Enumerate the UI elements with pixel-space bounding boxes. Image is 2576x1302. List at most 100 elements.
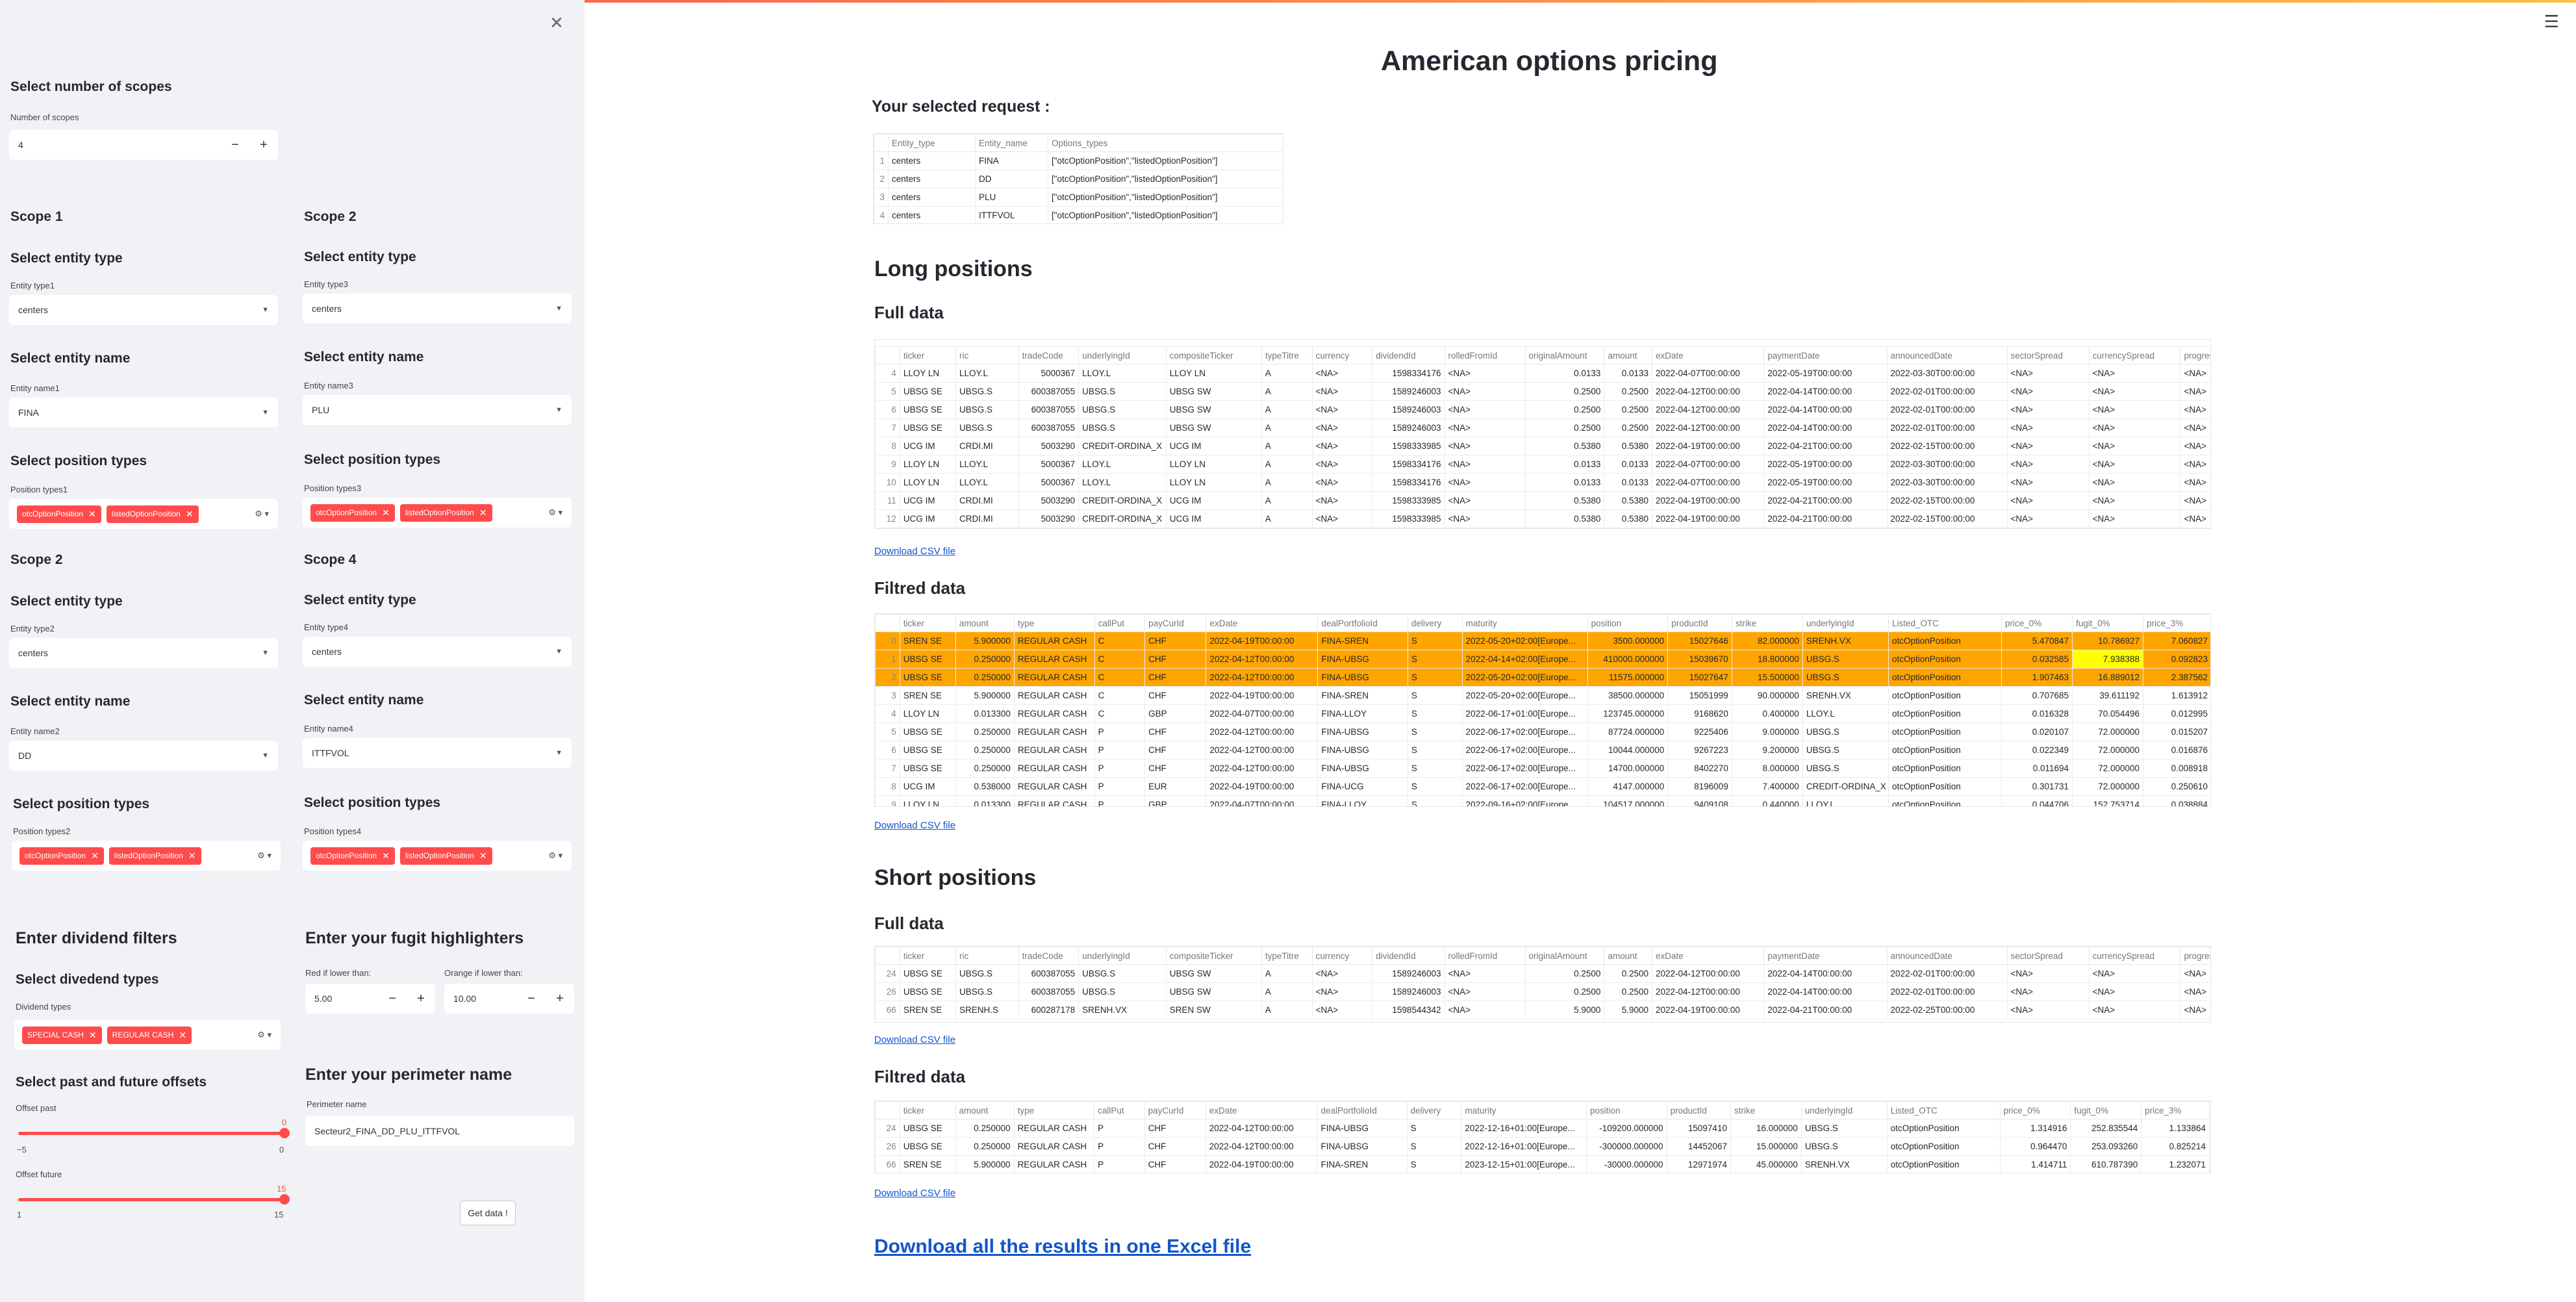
column-header[interactable]: progressorRa — [2180, 947, 2210, 965]
table-row[interactable]: 26 UBSG SE UBSG.S 600387055 UBSG.S UBSG SW A <N… — [875, 982, 2210, 1001]
entity-type-select[interactable]: centers ▼ — [9, 638, 278, 668]
column-header[interactable]: tradeCode — [1018, 346, 1080, 364]
table-row[interactable]: 66 SREN SE 5.900000 REGULAR CASH P CHF 2022-04… — [875, 1155, 2210, 1173]
column-header[interactable]: fugit_0% — [2070, 1101, 2142, 1119]
column-header[interactable]: Listed_OTC — [1886, 1101, 2001, 1119]
column-header[interactable]: ticker — [899, 346, 957, 364]
entity-type-select[interactable]: centers ▼ — [9, 295, 278, 325]
table-row[interactable]: 24 UBSG SE 0.250000 REGULAR CASH P CHF 2022-04… — [875, 1119, 2210, 1138]
increment-button[interactable]: + — [249, 130, 278, 160]
long-filtred-table[interactable]: ticker amount type callPut payCurId exDate dea… — [874, 613, 2211, 807]
column-header[interactable]: dividendId — [1372, 947, 1445, 965]
column-header[interactable]: type — [1013, 614, 1095, 632]
position-types-multiselect[interactable]: otcOptionPosition ✕ listedOptionPosition ✕… — [303, 841, 572, 871]
column-header[interactable]: paymentDate — [1763, 346, 1888, 364]
column-header[interactable]: underlyingId — [1078, 346, 1167, 364]
column-header[interactable]: paymentDate — [1763, 947, 1888, 965]
column-header[interactable]: maturity — [1461, 1101, 1587, 1119]
remove-tag-icon[interactable]: ✕ — [179, 1030, 186, 1041]
column-header[interactable]: Entity_type — [888, 134, 976, 152]
get-data-button[interactable]: Get data ! — [460, 1201, 516, 1225]
decrement-button[interactable]: − — [221, 130, 249, 160]
column-header[interactable]: fugit_0% — [2072, 614, 2144, 632]
num-scopes-input[interactable]: 4 − + — [9, 130, 278, 160]
table-row[interactable]: 26 UBSG SE 0.250000 REGULAR CASH P CHF 2022-04… — [875, 1137, 2210, 1156]
column-header[interactable] — [875, 947, 900, 965]
clear-all-icon[interactable]: ⚙ ▾ — [548, 850, 562, 861]
column-header[interactable]: productId — [1667, 614, 1732, 632]
entity-name-select[interactable]: PLU ▼ — [303, 395, 572, 425]
column-header[interactable]: amount — [955, 1101, 1015, 1119]
column-header[interactable]: productId — [1666, 1101, 1731, 1119]
column-header[interactable]: compositeTicker — [1165, 947, 1262, 965]
column-header[interactable]: currency — [1311, 947, 1373, 965]
increment-button[interactable]: + — [407, 984, 435, 1014]
column-header[interactable]: currencySpread — [2088, 947, 2181, 965]
table-row[interactable]: 12 UCG IM CRDI.MI 5003290 CREDIT-ORDINA_X UCG… — [875, 509, 2210, 528]
short-filtred-table[interactable]: ticker amount type callPut payCurId exDate dea… — [874, 1101, 2211, 1173]
remove-tag-icon[interactable]: ✕ — [89, 1030, 97, 1041]
column-header[interactable]: typeTitre — [1261, 947, 1313, 965]
column-header[interactable]: amount — [1604, 346, 1652, 364]
column-header[interactable]: exDate — [1651, 346, 1765, 364]
table-row[interactable]: 8 UCG IM 0.538000 REGULAR CASH P EUR 2022-04-1… — [875, 777, 2210, 796]
position-types-multiselect[interactable]: otcOptionPosition ✕ listedOptionPosition ✕… — [9, 499, 278, 529]
position-types-multiselect[interactable]: otcOptionPosition ✕ listedOptionPosition ✕… — [12, 841, 281, 871]
position-types-multiselect[interactable]: otcOptionPosition ✕ listedOptionPosition ✕… — [303, 498, 572, 528]
remove-tag-icon[interactable]: ✕ — [479, 850, 487, 862]
column-header[interactable]: dividendId — [1372, 346, 1445, 364]
column-header[interactable]: exDate — [1205, 1101, 1318, 1119]
offset-past-slider[interactable] — [18, 1128, 290, 1138]
table-row[interactable]: 10 LLOY LN LLOY.L 5000367 LLOY.L LLOY LN A <NA>… — [875, 473, 2210, 492]
column-header[interactable]: position — [1586, 1101, 1667, 1119]
column-header[interactable] — [875, 346, 900, 364]
remove-tag-icon[interactable]: ✕ — [186, 509, 194, 520]
request-table[interactable]: Entity_type Entity_name Options_types 1 cent… — [873, 133, 1283, 224]
remove-tag-icon[interactable]: ✕ — [88, 509, 96, 520]
column-header[interactable]: price_3% — [2141, 1101, 2210, 1119]
remove-tag-icon[interactable]: ✕ — [188, 850, 196, 862]
column-header[interactable]: currencySpread — [2088, 346, 2181, 364]
dividend-types-multiselect[interactable]: SPECIAL CASH ✕ REGULAR CASH ✕ ⚙ ▾ — [14, 1020, 281, 1050]
column-header[interactable]: callPut — [1094, 614, 1146, 632]
clear-all-icon[interactable]: ⚙ ▾ — [548, 507, 562, 518]
column-header[interactable]: currency — [1311, 346, 1373, 364]
table-row[interactable]: 0 SREN SE 5.900000 REGULAR CASH C CHF 2022-04-… — [875, 632, 2210, 650]
slider-handle[interactable] — [279, 1128, 290, 1138]
column-header[interactable]: announcedDate — [1886, 346, 2008, 364]
slider-handle[interactable] — [279, 1194, 290, 1205]
table-row[interactable]: 3 SREN SE 5.900000 REGULAR CASH C CHF 2022-04-… — [875, 686, 2210, 705]
column-header[interactable]: delivery — [1407, 614, 1463, 632]
table-row[interactable]: 8 UCG IM CRDI.MI 5003290 CREDIT-ORDINA_X UCG … — [875, 437, 2210, 455]
table-row[interactable]: 4 LLOY LN LLOY.L 5000367 LLOY.L LLOY LN A <NA> 1… — [875, 364, 2210, 383]
column-header[interactable]: price_0% — [2001, 614, 2073, 632]
perimeter-name-input[interactable]: Secteur2_FINA_DD_PLU_ITTFVOL — [305, 1116, 574, 1146]
column-header[interactable]: Entity_name — [975, 134, 1048, 152]
clear-all-icon[interactable]: ⚙ ▾ — [257, 850, 271, 861]
column-header[interactable]: payCurId — [1144, 614, 1207, 632]
table-row[interactable]: 5 UBSG SE UBSG.S 600387055 UBSG.S UBSG SW A <NA… — [875, 382, 2210, 401]
column-header[interactable]: exDate — [1206, 614, 1319, 632]
table-row[interactable]: 6 UBSG SE 0.250000 REGULAR CASH P CHF 2022-04-… — [875, 741, 2210, 760]
column-header[interactable]: underlyingId — [1078, 947, 1167, 965]
entity-name-select[interactable]: ITTFVOL ▼ — [303, 738, 572, 768]
table-row[interactable]: 2 UBSG SE 0.250000 REGULAR CASH C CHF 2022-04-… — [875, 668, 2210, 687]
increment-button[interactable]: + — [546, 984, 574, 1014]
column-header[interactable]: ticker — [899, 1101, 956, 1119]
offset-future-slider[interactable] — [18, 1194, 290, 1205]
column-header[interactable]: delivery — [1406, 1101, 1462, 1119]
decrement-button[interactable]: − — [378, 984, 407, 1014]
column-header[interactable]: rolledFromId — [1444, 947, 1526, 965]
column-header[interactable]: dealPortfolioId — [1317, 614, 1408, 632]
table-row[interactable]: 11 UCG IM CRDI.MI 5003290 CREDIT-ORDINA_X UCG… — [875, 491, 2210, 510]
column-header[interactable]: price_3% — [2143, 614, 2210, 632]
table-row[interactable]: 9 LLOY LN 0.013300 REGULAR CASH P GBP 2022-04-… — [875, 795, 2210, 806]
column-header[interactable]: Listed_OTC — [1888, 614, 2002, 632]
column-header[interactable]: type — [1013, 1101, 1095, 1119]
long-filtred-download-link[interactable]: Download CSV file — [874, 820, 955, 831]
column-header[interactable]: ric — [955, 346, 1019, 364]
remove-tag-icon[interactable]: ✕ — [479, 507, 487, 518]
download-all-excel-link[interactable]: Download all the results in one Excel fi… — [874, 1236, 1251, 1258]
table-row[interactable]: 6 UBSG SE UBSG.S 600387055 UBSG.S UBSG SW A <NA… — [875, 400, 2210, 419]
red-threshold-input[interactable]: 5.00 − + — [305, 984, 435, 1014]
